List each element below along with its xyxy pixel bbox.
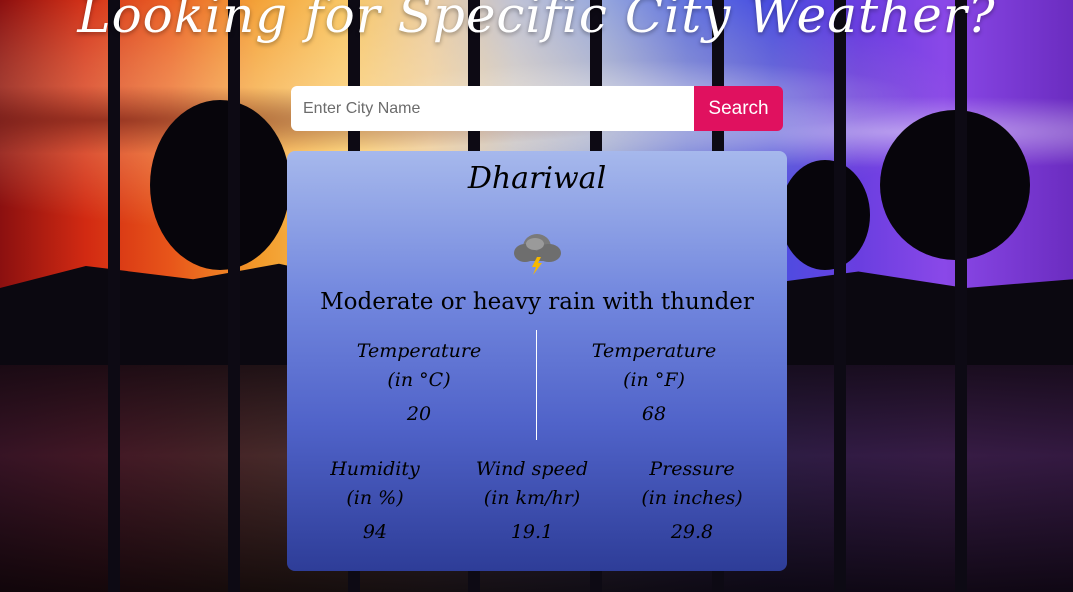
temperature-fahrenheit-stat: Temperature (in °F) 68 [579, 337, 729, 425]
weather-condition: Moderate or heavy rain with thunder [320, 289, 754, 315]
search-bar: Search [291, 86, 783, 131]
stat-label: Wind speed [475, 458, 589, 480]
stat-value: 68 [641, 403, 667, 425]
city-search-input[interactable] [291, 86, 694, 131]
stat-label: Pressure [649, 458, 735, 480]
stat-value: 19.1 [510, 521, 554, 543]
stat-value: 20 [406, 403, 432, 425]
stat-value: 29.8 [670, 521, 714, 543]
stat-unit: (in km/hr) [483, 487, 581, 509]
wind-speed-stat: Wind speed (in km/hr) 19.1 [472, 455, 592, 543]
humidity-stat: Humidity (in %) 94 [315, 455, 435, 543]
stat-divider [536, 330, 537, 440]
pressure-stat: Pressure (in inches) 29.8 [632, 455, 752, 543]
thunder-rain-cloud-icon [514, 234, 561, 275]
city-name: Dhariwal [467, 161, 607, 196]
temperature-celsius-stat: Temperature (in °C) 20 [344, 337, 494, 425]
stat-label: Temperature [591, 340, 717, 362]
stat-unit: (in °C) [387, 369, 451, 391]
stat-label: Temperature [356, 340, 482, 362]
stat-unit: (in °F) [623, 369, 685, 391]
page-title: Looking for Specific City Weather? [77, 0, 996, 44]
stat-unit: (in inches) [641, 487, 743, 509]
stat-value: 94 [362, 521, 388, 543]
stat-label: Humidity [330, 458, 420, 480]
search-button[interactable]: Search [694, 86, 783, 131]
weather-card: Dhariwal Moderate or heavy rain with thu… [287, 151, 787, 571]
stat-unit: (in %) [346, 487, 404, 509]
